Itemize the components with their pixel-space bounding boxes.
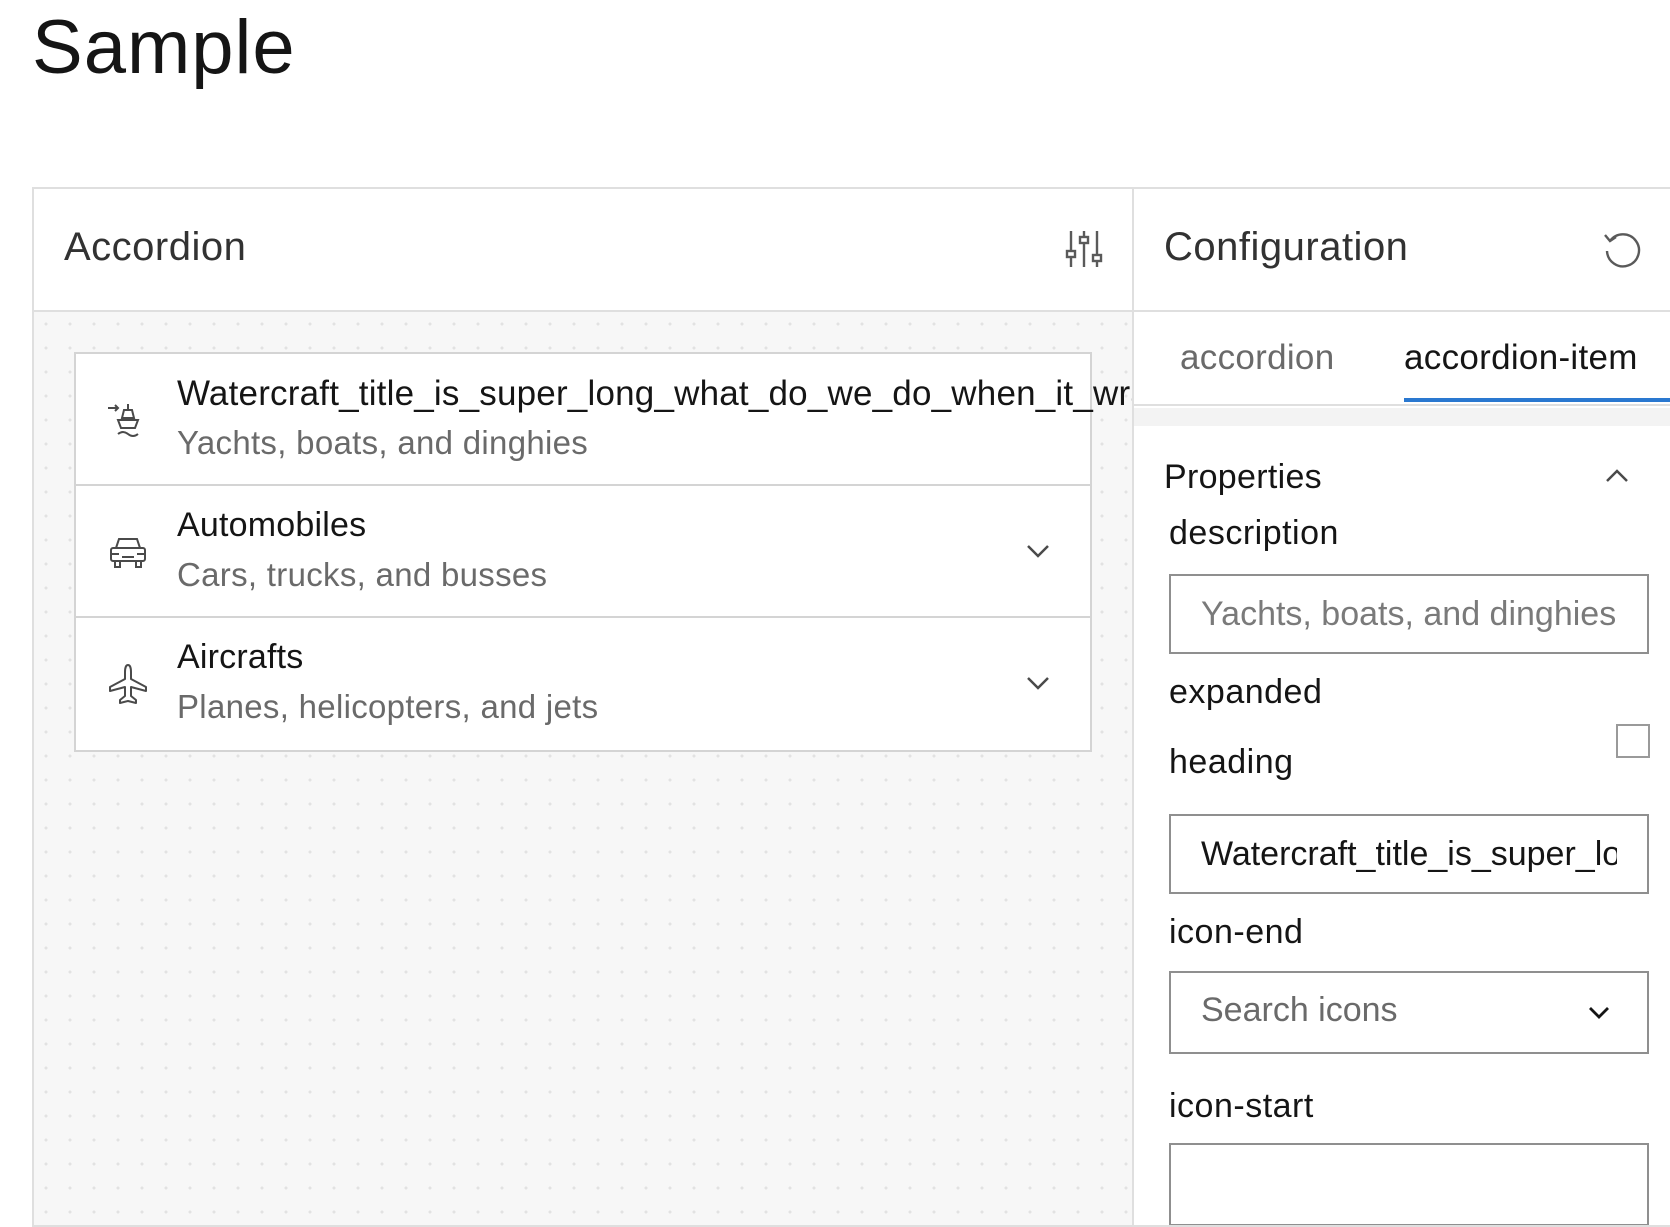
configuration-header: Configuration <box>1134 189 1670 312</box>
active-tab-indicator <box>1404 398 1670 402</box>
page-title: Sample <box>32 5 296 90</box>
configuration-title: Configuration <box>1164 225 1409 269</box>
preview-canvas: Watercraft_title_is_super_long_what_do_w… <box>34 312 1132 1225</box>
properties-section-title[interactable]: Properties <box>1164 458 1322 497</box>
expanded-label: expanded <box>1169 673 1323 711</box>
config-tabs: accordion accordion-item <box>1134 312 1670 406</box>
accordion-item-heading: Aircrafts <box>177 638 304 676</box>
expanded-checkbox[interactable] <box>1616 724 1650 758</box>
accordion: Watercraft_title_is_super_long_what_do_w… <box>74 352 1132 752</box>
chevron-down-icon <box>1589 1007 1609 1019</box>
icon-start-label: icon-start <box>1169 1087 1314 1125</box>
description-input[interactable] <box>1169 574 1649 654</box>
accordion-item-automobiles[interactable]: Automobiles Cars, trucks, and busses <box>76 486 1090 618</box>
accordion-item-heading: Watercraft_title_is_super_long_what_do_w… <box>177 374 1132 413</box>
chevron-down-icon[interactable] <box>1024 672 1052 694</box>
heading-input[interactable] <box>1169 814 1649 894</box>
plane-icon <box>109 664 147 704</box>
icon-end-placeholder: Search icons <box>1201 991 1398 1029</box>
icon-end-label: icon-end <box>1169 913 1304 951</box>
accordion-item-description: Cars, trucks, and busses <box>177 556 548 593</box>
tab-divider <box>1134 408 1670 426</box>
sliders-icon[interactable] <box>1062 227 1106 271</box>
accordion-item-watercraft[interactable]: Watercraft_title_is_super_long_what_do_w… <box>76 354 1132 486</box>
car-icon <box>110 538 146 568</box>
sample-frame: Accordion Watercraft_title_is_super_long… <box>32 187 1670 1227</box>
preview-panel: Accordion Watercraft_title_is_super_long… <box>34 189 1134 1225</box>
accordion-item-description: Yachts, boats, and dinghies <box>177 424 589 461</box>
heading-label: heading <box>1169 743 1294 781</box>
preview-header: Accordion <box>34 189 1132 312</box>
tab-accordion[interactable]: accordion <box>1180 338 1334 378</box>
accordion-item-description: Planes, helicopters, and jets <box>177 688 599 725</box>
description-label: description <box>1169 514 1339 552</box>
accordion-item-aircrafts[interactable]: Aircrafts Planes, helicopters, and jets <box>76 618 1090 750</box>
chevron-up-icon[interactable] <box>1604 465 1630 487</box>
icon-end-select[interactable]: Search icons <box>1169 971 1649 1054</box>
preview-title: Accordion <box>64 225 247 269</box>
configuration-panel: Configuration accordion accordion-item P… <box>1134 189 1670 1225</box>
icon-start-select[interactable] <box>1169 1143 1649 1225</box>
tab-accordion-item[interactable]: accordion-item <box>1404 338 1670 378</box>
accordion-item-heading: Automobiles <box>177 506 367 544</box>
chevron-down-icon[interactable] <box>1024 540 1052 562</box>
reset-icon[interactable] <box>1601 227 1645 271</box>
boat-icon <box>108 404 140 437</box>
